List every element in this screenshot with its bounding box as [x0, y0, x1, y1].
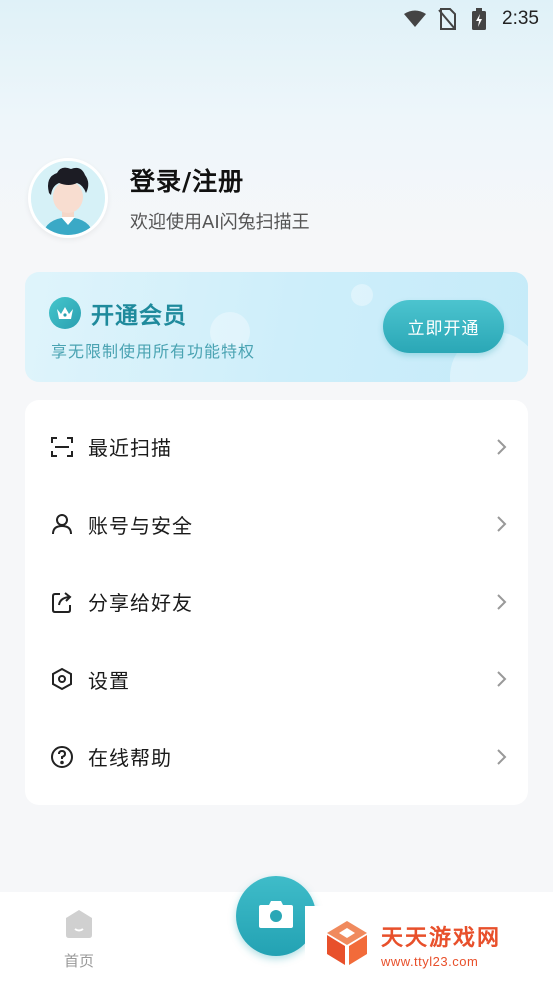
tab-home-label: 首页 — [63, 952, 94, 970]
watermark-logo-icon — [323, 919, 371, 971]
share-icon — [48, 588, 76, 616]
no-sim-icon — [436, 8, 458, 30]
status-time: 2:35 — [502, 8, 539, 29]
menu-item-account-security[interactable]: 账号与安全 — [25, 486, 528, 564]
profile-header[interactable]: 登录/注册 欢迎使用AI闪兔扫描王 — [28, 158, 310, 238]
scan-icon — [48, 433, 76, 461]
login-register-link[interactable]: 登录/注册 — [130, 162, 310, 198]
watermark-title: 天天游戏网 — [381, 926, 502, 951]
camera-scan-button[interactable] — [236, 876, 316, 956]
wifi-icon — [404, 8, 427, 30]
menu-label: 最近扫描 — [88, 436, 172, 461]
vip-title: 开通会员 — [91, 303, 187, 329]
crown-icon — [49, 297, 81, 329]
menu-label: 分享给好友 — [88, 591, 193, 616]
decor-bubble — [351, 284, 373, 306]
menu-item-online-help[interactable]: 在线帮助 — [25, 718, 528, 796]
menu-item-share[interactable]: 分享给好友 — [25, 563, 528, 641]
status-bar: 2:35 — [0, 0, 553, 38]
watermark: 天天游戏网 www.ttyl23.com — [305, 906, 553, 983]
watermark-url: www.ttyl23.com — [381, 954, 479, 969]
user-icon — [48, 510, 76, 538]
menu-label: 在线帮助 — [88, 746, 172, 771]
menu-label: 账号与安全 — [88, 513, 193, 538]
open-vip-button[interactable]: 立即开通 — [383, 300, 504, 353]
home-icon — [62, 908, 96, 944]
vip-card[interactable]: 开通会员 享无限制使用所有功能特权 立即开通 — [25, 272, 528, 382]
chevron-right-icon — [497, 439, 507, 455]
chevron-right-icon — [497, 671, 507, 687]
chevron-right-icon — [497, 594, 507, 610]
vip-subtitle: 享无限制使用所有功能特权 — [51, 342, 256, 361]
settings-hexagon-icon — [48, 665, 76, 693]
battery-charging-icon — [468, 8, 490, 30]
menu-label: 设置 — [88, 668, 130, 693]
help-icon — [48, 743, 76, 771]
camera-icon — [258, 899, 294, 933]
menu-item-settings[interactable]: 设置 — [25, 641, 528, 719]
menu-item-recent-scans[interactable]: 最近扫描 — [25, 408, 528, 486]
chevron-right-icon — [497, 749, 507, 765]
settings-menu: 最近扫描 账号与安全 分享给好友 设置 在线帮助 — [25, 400, 528, 805]
tab-home[interactable]: 首页 — [50, 908, 108, 971]
chevron-right-icon — [497, 516, 507, 532]
avatar[interactable] — [28, 158, 108, 238]
welcome-text: 欢迎使用AI闪兔扫描王 — [130, 212, 310, 233]
